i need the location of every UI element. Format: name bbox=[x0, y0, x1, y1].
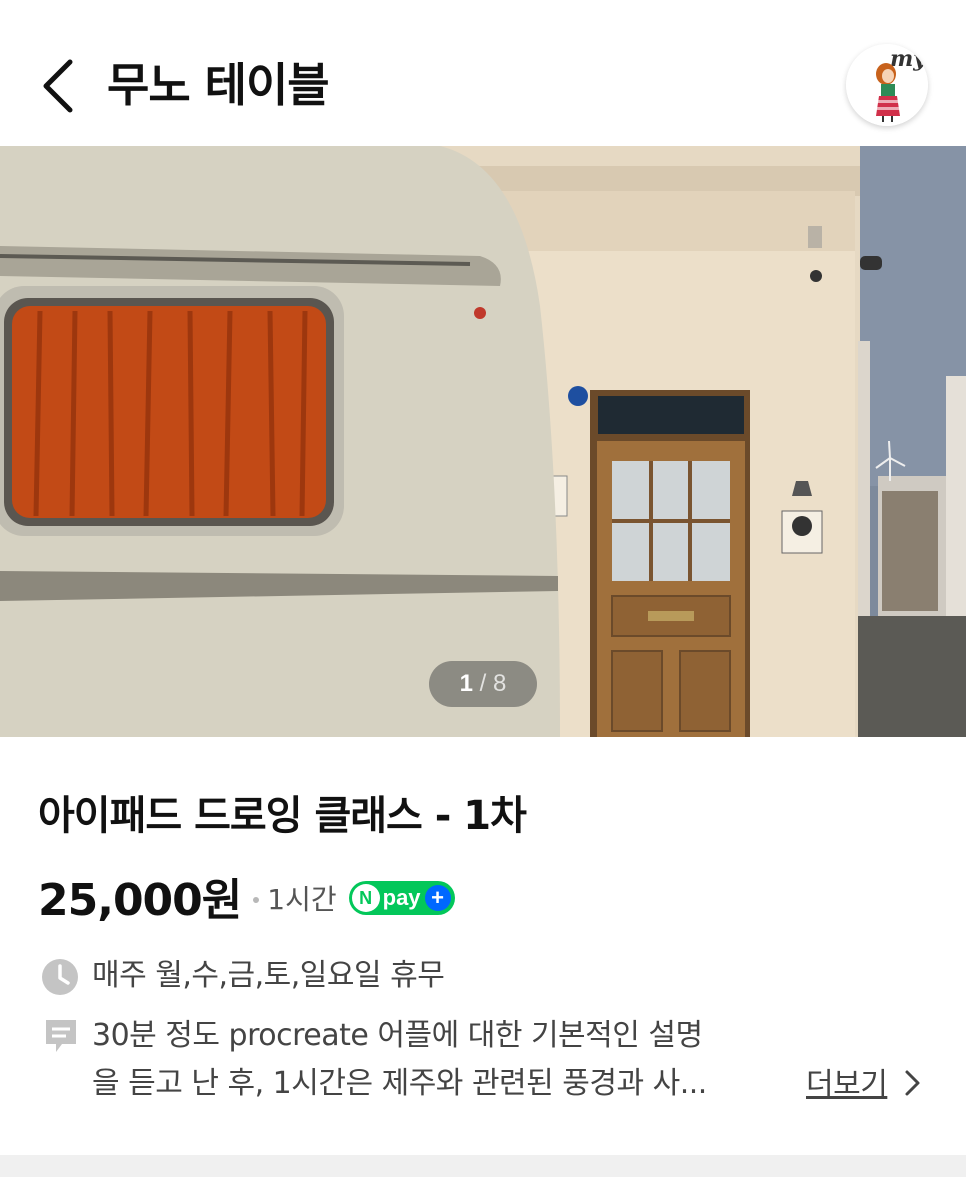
note-icon bbox=[46, 1020, 76, 1052]
more-link[interactable]: 더보기 bbox=[806, 1062, 888, 1108]
top-bar: 무노 테이블 my bbox=[0, 0, 966, 146]
npay-badge: N pay + bbox=[348, 881, 455, 915]
description-line-1: 30분 정도 procreate 어플에 대한 기본적인 설명 bbox=[92, 1018, 703, 1053]
back-button[interactable] bbox=[30, 50, 90, 120]
chevron-left-icon bbox=[43, 59, 73, 113]
image-counter: 1 / 8 bbox=[429, 661, 537, 707]
duration: 1시간 bbox=[267, 883, 337, 916]
page-title: 무노 테이블 bbox=[107, 58, 330, 112]
avatar[interactable]: my bbox=[846, 44, 928, 126]
npay-label: pay bbox=[382, 885, 421, 910]
avatar-text: my bbox=[890, 46, 928, 72]
avatar-illustration: my bbox=[846, 44, 928, 126]
plus-icon: + bbox=[424, 885, 451, 911]
business-hours: 매주 월,수,금,토,일요일 휴무 bbox=[92, 958, 445, 993]
photo-caravan-cafe bbox=[0, 146, 966, 737]
section-divider bbox=[0, 1155, 966, 1177]
image-counter-total: 8 bbox=[493, 670, 507, 697]
product-title: 아이패드 드로잉 클래스 - 1차 bbox=[38, 793, 527, 839]
image-counter-current: 1 bbox=[459, 670, 473, 697]
chevron-right-icon[interactable] bbox=[902, 1068, 922, 1098]
separator-dot bbox=[253, 897, 260, 903]
npay-n-icon: N bbox=[351, 884, 380, 912]
image-counter-separator: / bbox=[479, 670, 487, 697]
hero-photo[interactable]: 1 / 8 bbox=[0, 146, 966, 737]
description: 30분 정도 procreate 어플에 대한 기본적인 설명 을 듣고 난 후… bbox=[92, 1012, 792, 1108]
price: 25,000원 bbox=[38, 875, 242, 926]
price-row: 25,000원 1시간 N pay + bbox=[38, 866, 455, 926]
description-line-2: 을 듣고 난 후, 1시간은 제주와 관련된 풍경과 사... bbox=[92, 1066, 707, 1101]
clock-icon bbox=[42, 959, 78, 995]
